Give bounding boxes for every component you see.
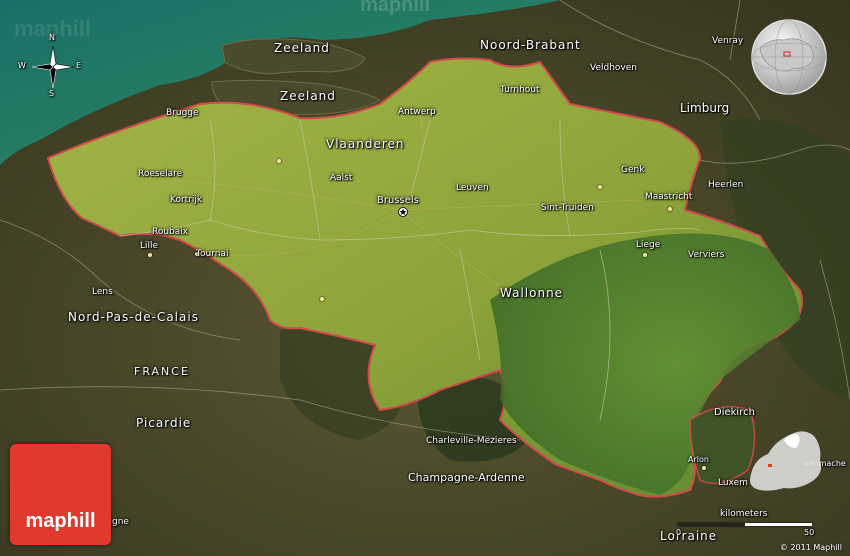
region-label-vlaanderen: Vlaanderen bbox=[326, 137, 405, 151]
capital-star-icon bbox=[398, 207, 408, 217]
copyright-text: © 2011 Maphill bbox=[779, 543, 842, 552]
scale-zero: 0 bbox=[676, 528, 682, 537]
city-label-kortrijk: Kortrijk bbox=[170, 195, 203, 205]
scale-bar-segment bbox=[678, 523, 745, 526]
scale-max: 50 bbox=[804, 528, 815, 537]
city-label-turnhout: Turnhout bbox=[500, 85, 540, 95]
compass-north: N bbox=[49, 33, 55, 42]
city-label-venray: Venray bbox=[712, 36, 744, 46]
city-label-gne: gne bbox=[112, 517, 129, 527]
region-label-limburg: Limburg bbox=[680, 101, 730, 115]
country-label-france: FRANCE bbox=[134, 365, 190, 378]
city-marker bbox=[320, 297, 324, 301]
city-label-genk: Genk bbox=[621, 165, 645, 175]
city-label-leuven: Leuven bbox=[456, 183, 489, 193]
city-label-tournai: Tournai bbox=[196, 249, 229, 259]
city-label-antwerp: Antwerp bbox=[398, 107, 436, 117]
scale-unit: kilometers bbox=[720, 509, 768, 519]
city-label-sint-truiden: Sint-Truiden bbox=[541, 203, 594, 213]
europe-inset-icon bbox=[750, 431, 822, 491]
city-label-lens: Lens bbox=[92, 287, 113, 297]
city-marker bbox=[598, 185, 602, 189]
city-marker bbox=[277, 159, 281, 163]
city-label-verviers: Verviers bbox=[688, 250, 725, 260]
region-label-zeeland: Zeeland bbox=[274, 41, 330, 55]
globe-locator-icon bbox=[751, 19, 827, 95]
city-marker bbox=[148, 253, 152, 257]
region-label-picardie: Picardie bbox=[136, 416, 192, 430]
compass-south: S bbox=[49, 89, 55, 98]
city-label-roeselare: Roeselare bbox=[138, 169, 183, 179]
region-label-zeeland: Zeeland bbox=[280, 89, 336, 103]
city-label-roubaix: Roubaix bbox=[152, 227, 189, 237]
compass-west: W bbox=[18, 61, 26, 70]
watermark-text: maphill bbox=[360, 0, 431, 16]
maphill-logo[interactable]: maphill bbox=[10, 444, 111, 545]
city-label-charleville-mezieres: Charleville-Mezieres bbox=[426, 436, 517, 446]
compass-rose: N E S W bbox=[18, 33, 86, 100]
city-label-liege: Liege bbox=[636, 240, 661, 250]
city-label-heerlen: Heerlen bbox=[708, 180, 744, 190]
city-label-maastricht: Maastricht bbox=[645, 192, 693, 202]
maphill-logo-text: maphill bbox=[25, 510, 96, 532]
city-label-diekirch: Diekirch bbox=[714, 407, 755, 418]
city-label-brugge: Brugge bbox=[166, 108, 199, 118]
city-label-lille: Lille bbox=[140, 241, 159, 251]
region-label-champagne-ardenne: Champagne-Ardenne bbox=[408, 471, 525, 484]
region-label-wallonne: Wallonne bbox=[500, 286, 564, 300]
city-marker bbox=[643, 253, 647, 257]
map-viewport[interactable]: maphill maphill Zeeland Zeeland Noord-Br… bbox=[0, 0, 850, 556]
compass-east: E bbox=[76, 61, 82, 70]
region-label-noord-brabant: Noord-Brabant bbox=[480, 38, 581, 52]
city-label-brussels: Brussels bbox=[377, 195, 419, 206]
city-label-aalst: Aalst bbox=[330, 173, 353, 183]
city-label-arlon: Arlon bbox=[688, 455, 709, 464]
city-label-veldhoven: Veldhoven bbox=[590, 63, 637, 73]
city-marker bbox=[702, 466, 706, 470]
scale-bar: kilometers 0 50 bbox=[676, 510, 818, 540]
city-marker bbox=[668, 207, 672, 211]
region-label-nord-pas-de-calais: Nord-Pas-de-Calais bbox=[68, 310, 199, 324]
